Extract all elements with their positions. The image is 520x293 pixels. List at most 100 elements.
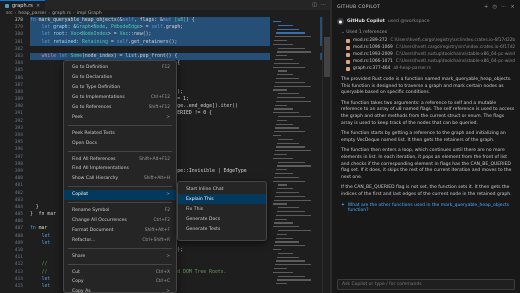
chat-input[interactable]: Ask Copilot or type / for commands bbox=[337, 279, 515, 290]
menu-item[interactable]: Change All Occurrences Ctrl+F2 bbox=[64, 216, 176, 226]
submenu-item[interactable]: Start Inline Chat bbox=[178, 184, 266, 194]
rust-file-icon bbox=[346, 52, 350, 57]
menu-item[interactable]: Go to Definition F12 bbox=[64, 63, 176, 73]
copilot-avatar: ● bbox=[337, 18, 344, 25]
line-number: 412 bbox=[14, 262, 23, 268]
menu-item[interactable]: Go to Declaration bbox=[64, 73, 176, 83]
reference-item[interactable]: graph.rs:377-464 all-heap-parser.rs bbox=[346, 65, 515, 72]
menu-item[interactable]: Format Document Shift+Alt+F bbox=[64, 225, 176, 235]
breadcrumb-item[interactable]: impl Graph bbox=[77, 11, 102, 16]
menu-item-shortcut: Ctrl+X bbox=[155, 269, 170, 275]
rust-file-icon bbox=[346, 66, 350, 71]
add-icon[interactable]: + bbox=[484, 4, 489, 10]
references-toggle[interactable]: ⌄ Used 1 references bbox=[341, 30, 515, 35]
menu-item[interactable]: Share > bbox=[64, 251, 176, 261]
minimap-line bbox=[276, 55, 287, 57]
menu-item-shortcut: F2 bbox=[164, 208, 170, 214]
code-token: Vec bbox=[70, 32, 80, 38]
code-token: > = bbox=[108, 32, 120, 38]
minimap-line bbox=[278, 207, 299, 209]
history-icon[interactable]: ◷ bbox=[493, 4, 498, 10]
breadcrumb-item[interactable]: src bbox=[6, 11, 13, 16]
answer-body: The provided Rust code is a function nam… bbox=[341, 77, 515, 199]
reference-item[interactable]: mod.rs:289-272 C:\Users\hvet\.cargo\regis… bbox=[346, 37, 515, 44]
minimap-line bbox=[275, 241, 299, 243]
menu-separator bbox=[68, 186, 172, 188]
minimap-line bbox=[275, 127, 299, 129]
menu-item-label: Open Docs bbox=[72, 140, 97, 146]
menu-item[interactable]: Go to References Shift+F12 bbox=[64, 103, 176, 113]
code-token: NodeIndex bbox=[82, 32, 109, 38]
minimap-line bbox=[278, 252, 293, 254]
minimap-line bbox=[278, 161, 305, 163]
minimap-line bbox=[277, 28, 299, 30]
menu-item[interactable]: Find All References Shift+Alt+F12 bbox=[64, 154, 176, 164]
menu-item-shortcut: Shift+F12 bbox=[148, 105, 170, 110]
line-number: 390 bbox=[14, 104, 23, 110]
submenu-item[interactable]: Generate Docs bbox=[178, 214, 266, 224]
more-actions-icon[interactable]: ⋯ bbox=[321, 2, 326, 8]
minimap[interactable] bbox=[270, 17, 320, 293]
minimap-line bbox=[277, 211, 305, 213]
menu-item-label: Find All References bbox=[72, 156, 116, 162]
line-number: 414 bbox=[14, 276, 23, 282]
submenu-item[interactable]: Explain This bbox=[178, 194, 266, 204]
menu-separator bbox=[68, 247, 172, 249]
reference-item[interactable]: mod.rs:1096-1069 C:\Users\hvet\.cargo\reg… bbox=[346, 44, 515, 51]
close-icon[interactable]: × bbox=[36, 3, 40, 9]
line-number: 394 bbox=[14, 133, 23, 138]
minimap-line bbox=[273, 135, 281, 137]
tab-graph-rs[interactable]: graph.rs × bbox=[0, 0, 46, 10]
reference-item[interactable]: mod.rs:1066-1071 C:\Users\hvet\.rustup\to… bbox=[346, 58, 515, 65]
menu-item[interactable]: Find All Implementations bbox=[64, 164, 176, 174]
menu-item[interactable]: Peek > bbox=[64, 112, 176, 122]
editor-scrollbar[interactable] bbox=[322, 17, 330, 293]
panel-title: GITHUB COPILOT bbox=[337, 4, 381, 10]
menu-item[interactable]: Copilot > bbox=[64, 189, 176, 200]
line-number: 405 bbox=[14, 212, 23, 218]
minimap-line bbox=[274, 40, 287, 42]
menu-item[interactable]: Cut Ctrl+X bbox=[64, 267, 176, 277]
menu-item[interactable]: Open Docs bbox=[64, 138, 176, 148]
references-list: mod.rs:289-272 C:\Users\hvet\.cargo\regis… bbox=[332, 37, 520, 72]
reference-name: mod.rs:1993-2009 bbox=[353, 52, 393, 57]
rust-file-icon bbox=[5, 3, 9, 8]
menu-item-label: Copy bbox=[72, 279, 84, 285]
line-number: 381 bbox=[14, 39, 23, 45]
menu-item[interactable]: Rename Symbol F2 bbox=[64, 206, 176, 216]
submenu-item[interactable]: Fix This bbox=[178, 204, 266, 214]
code-token: > = bbox=[139, 25, 152, 31]
more-icon[interactable]: ⋯ bbox=[501, 4, 506, 10]
code-token: = bbox=[108, 39, 117, 45]
menu-item[interactable]: Copy As > bbox=[64, 287, 176, 293]
code-token: Node bbox=[93, 25, 106, 31]
line-number: 380 bbox=[14, 32, 23, 38]
breadcrumb-item[interactable]: graph.rs bbox=[52, 11, 71, 16]
followup-suggestion[interactable]: ✦ What are the other functions used in t… bbox=[341, 203, 515, 213]
menu-item-label: Rename Symbol bbox=[72, 208, 110, 214]
minimap-line bbox=[274, 268, 287, 270]
breadcrumb-item[interactable]: heap_parser bbox=[18, 11, 46, 16]
line-number: 391 bbox=[14, 111, 23, 117]
menu-item[interactable]: Go to Type Definition bbox=[64, 83, 176, 93]
menu-item[interactable]: Peek Related Tests bbox=[64, 128, 176, 138]
line-number: 393 bbox=[14, 125, 23, 131]
code-token: let bbox=[58, 53, 71, 59]
menu-item[interactable]: Show Call Hierarchy Shift+Alt+H bbox=[64, 174, 176, 184]
reference-item[interactable]: mod.rs:1993-2009 C:\Users\hvet\.rustup\to… bbox=[346, 51, 515, 58]
menu-item[interactable]: Refactor... Ctrl+Shift+R bbox=[64, 235, 176, 245]
reference-name: mod.rs:1066-1071 bbox=[353, 59, 393, 64]
menu-item[interactable]: Go to Implementations Ctrl+F12 bbox=[64, 93, 176, 103]
minimap-line bbox=[278, 184, 287, 186]
menu-item[interactable]: Copy Ctrl+C bbox=[64, 277, 176, 287]
line-number: 396 bbox=[14, 147, 23, 153]
submenu-item[interactable]: Generate Tests bbox=[178, 224, 266, 234]
minimap-line bbox=[273, 66, 305, 68]
close-icon[interactable]: × bbox=[511, 4, 516, 10]
code-token: self bbox=[151, 25, 163, 31]
split-editor-icon[interactable]: ◫ bbox=[312, 2, 317, 8]
minimap-line bbox=[277, 279, 311, 281]
menu-item-shortcut: > bbox=[166, 289, 170, 293]
